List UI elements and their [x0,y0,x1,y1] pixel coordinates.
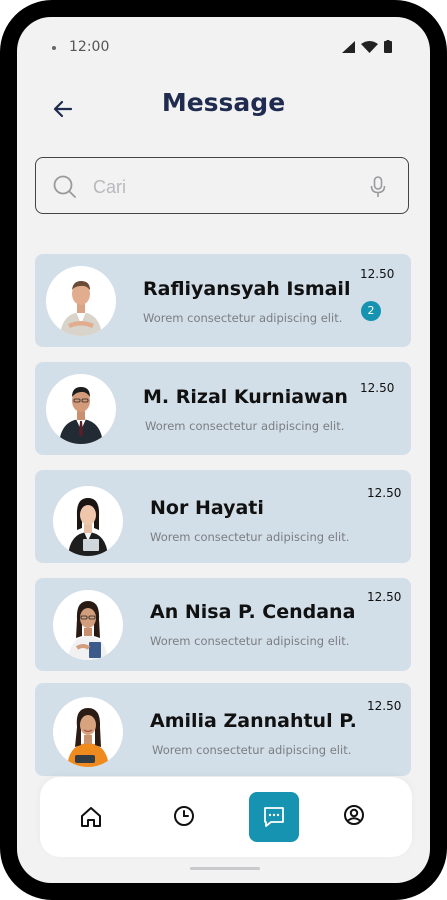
avatar [53,590,123,660]
bottom-nav [40,777,412,857]
nav-history[interactable] [159,792,209,842]
avatar [53,486,123,556]
message-time: 12.50 [367,590,402,604]
microphone-icon[interactable] [370,176,386,198]
message-preview: Worem consectetur adipiscing elit. [145,419,345,433]
search-bar[interactable] [35,157,409,214]
person-avatar-icon [59,387,103,444]
contact-name: An Nisa P. Cendana [150,601,356,623]
message-preview: Worem consectetur adipiscing elit. [150,634,350,648]
person-avatar-icon [68,498,108,556]
avatar [46,374,116,444]
avatar [53,697,123,767]
message-item[interactable]: Nor Hayati Worem consectetur adipiscing … [35,470,411,563]
contact-name: Amilia Zannahtul P. [150,710,357,732]
profile-icon [344,805,364,825]
chat-icon [264,807,284,827]
person-avatar-icon [68,601,108,660]
clock-icon [174,806,194,826]
signal-icon [342,40,355,53]
message-time: 12.50 [367,699,402,713]
wifi-icon [361,40,378,53]
person-avatar-icon [60,281,102,336]
status-icons [342,40,392,53]
status-time: 12:00 [69,39,110,55]
message-time: 12.50 [360,381,395,395]
message-item[interactable]: An Nisa P. Cendana Worem consectetur adi… [35,578,411,671]
search-input[interactable] [91,172,355,202]
unread-badge: 2 [361,301,381,321]
notification-dot-icon [52,46,56,50]
person-avatar-icon [67,708,109,767]
message-preview: Worem consectetur adipiscing elit. [150,530,350,544]
contact-name: Rafliyansyah Ismail [143,278,351,300]
home-indicator [190,867,260,870]
message-preview: Worem consectetur adipiscing elit. [143,311,343,325]
message-time: 12.50 [360,267,395,281]
screen: 12:00 Message Cari Rafliyansyah Ismail W… [17,17,430,883]
message-item[interactable]: M. Rizal Kurniawan Worem consectetur adi… [35,362,411,455]
status-bar: 12:00 [17,17,430,77]
home-icon [81,807,101,827]
page-title: Message [161,88,286,117]
avatar [46,266,116,336]
contact-name: Nor Hayati [150,497,264,519]
nav-messages[interactable] [249,792,299,842]
nav-profile[interactable] [329,792,379,842]
message-item[interactable]: Amilia Zannahtul P. Worem consectetur ad… [35,683,411,776]
message-preview: Worem consectetur adipiscing elit. [152,743,352,757]
phone-frame: 12:00 Message Cari Rafliyansyah Ismail W… [0,0,447,900]
search-icon [53,175,76,198]
contact-name: M. Rizal Kurniawan [143,386,348,408]
message-time: 12.50 [367,486,402,500]
battery-icon [384,40,392,53]
message-item[interactable]: Rafliyansyah Ismail Worem consectetur ad… [35,254,411,347]
nav-home[interactable] [66,792,116,842]
